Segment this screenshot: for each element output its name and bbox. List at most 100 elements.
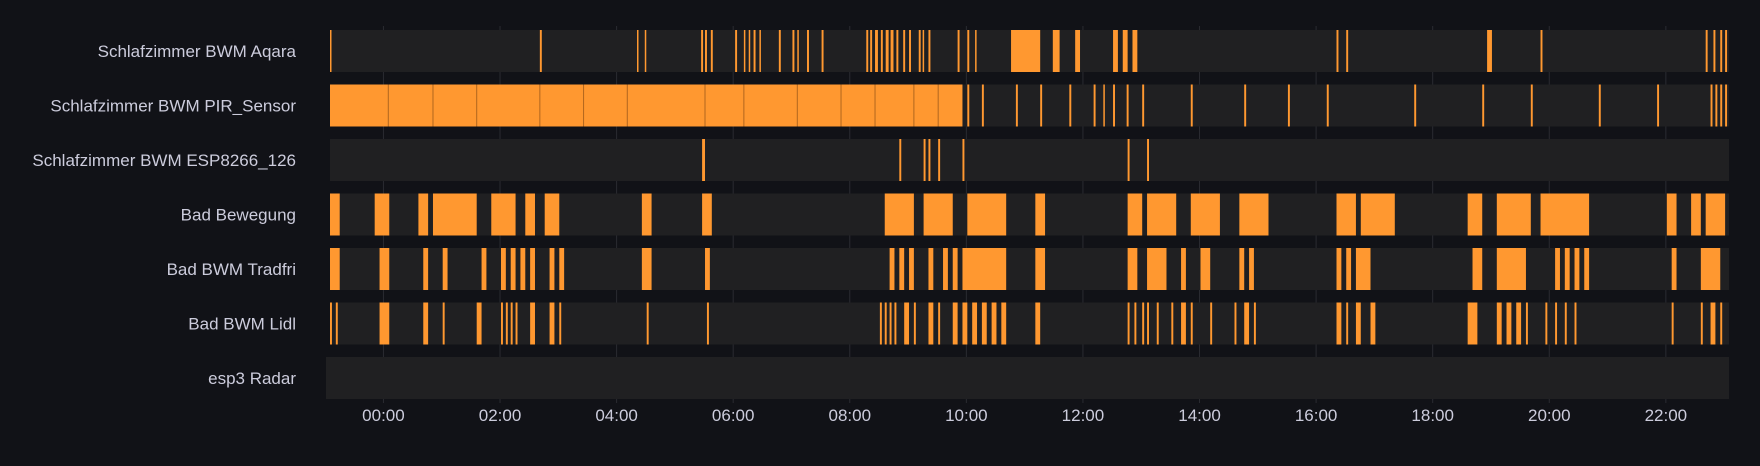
active-segment[interactable] [1336,302,1342,345]
active-segment[interactable] [1244,84,1247,127]
active-segment[interactable] [1253,302,1256,345]
active-segment[interactable] [530,302,535,345]
active-segment[interactable] [896,30,899,72]
active-segment[interactable] [1103,84,1105,127]
active-segment[interactable] [928,139,931,181]
active-segment[interactable] [1035,193,1046,236]
active-segment[interactable] [899,139,902,181]
active-segment[interactable] [1346,30,1349,72]
active-segment[interactable] [1700,248,1721,290]
active-segment[interactable] [1671,302,1674,345]
active-segment[interactable] [330,302,332,345]
active-segment[interactable] [1564,248,1570,290]
active-segment[interactable] [743,30,746,72]
active-segment[interactable] [1472,248,1483,290]
active-segment[interactable] [500,248,506,290]
active-segment[interactable] [1127,248,1138,290]
active-segment[interactable] [1564,302,1567,345]
active-segment[interactable] [928,302,934,345]
active-segment[interactable] [899,248,905,290]
active-segment[interactable] [1355,248,1371,290]
active-segment[interactable] [705,248,710,290]
active-segment[interactable] [641,248,652,290]
active-segment[interactable] [701,30,704,72]
active-segment[interactable] [379,302,390,345]
active-segment[interactable] [1001,302,1007,345]
active-segment[interactable] [1181,248,1186,290]
active-segment[interactable] [1190,84,1193,127]
active-segment[interactable] [943,248,948,290]
active-segment[interactable] [923,193,953,236]
active-segment[interactable] [1516,302,1522,345]
active-segment[interactable] [1287,84,1290,127]
active-segment[interactable] [1142,302,1145,345]
active-segment[interactable] [1360,193,1395,236]
active-segment[interactable] [928,248,934,290]
active-segment[interactable] [1210,302,1213,345]
active-segment[interactable] [525,193,535,236]
active-segment[interactable] [1052,30,1060,72]
active-segment[interactable] [975,30,977,72]
active-segment[interactable] [637,30,639,72]
active-segment[interactable] [1156,302,1159,345]
active-segment[interactable] [1725,30,1728,72]
active-segment[interactable] [1069,84,1072,127]
active-segment[interactable] [702,139,706,181]
active-segment[interactable] [913,302,916,345]
active-segment[interactable] [735,30,738,72]
active-segment[interactable] [702,193,712,236]
row-lane[interactable] [326,357,1729,399]
active-segment[interactable] [875,30,878,72]
active-segment[interactable] [952,302,958,345]
active-segment[interactable] [1011,30,1041,72]
active-segment[interactable] [1015,84,1018,127]
active-segment[interactable] [1147,139,1149,181]
active-segment[interactable] [1671,248,1677,290]
active-segment[interactable] [889,302,892,345]
active-segment[interactable] [1720,84,1723,127]
active-segment[interactable] [539,30,542,72]
active-segment[interactable] [821,30,824,72]
active-segment[interactable] [1249,248,1254,290]
active-segment[interactable] [510,248,516,290]
active-segment[interactable] [967,193,1007,236]
active-segment[interactable] [1127,193,1143,236]
active-segment[interactable] [1134,302,1137,345]
active-segment[interactable] [641,193,652,236]
active-segment[interactable] [705,30,707,72]
active-segment[interactable] [442,248,448,290]
active-segment[interactable] [1574,302,1577,345]
active-segment[interactable] [1113,30,1118,72]
active-segment[interactable] [330,84,963,127]
active-segment[interactable] [885,30,889,72]
active-segment[interactable] [1487,30,1492,72]
active-segment[interactable] [520,248,526,290]
active-segment[interactable] [1200,248,1211,290]
active-segment[interactable] [981,302,987,345]
active-segment[interactable] [952,248,958,290]
active-segment[interactable] [1126,84,1129,127]
active-segment[interactable] [432,193,477,236]
active-segment[interactable] [335,302,338,345]
active-segment[interactable] [1093,84,1096,127]
active-segment[interactable] [909,30,911,72]
active-segment[interactable] [442,302,445,345]
active-segment[interactable] [1496,193,1531,236]
active-segment[interactable] [1525,302,1528,345]
active-segment[interactable] [972,302,978,345]
active-segment[interactable] [1720,30,1723,72]
active-segment[interactable] [1171,302,1174,345]
active-segment[interactable] [884,302,887,345]
active-segment[interactable] [903,30,906,72]
active-segment[interactable] [500,302,503,345]
active-segment[interactable] [1467,193,1483,236]
active-segment[interactable] [1467,302,1478,345]
active-segment[interactable] [423,248,429,290]
active-segment[interactable] [1700,302,1703,345]
active-segment[interactable] [1122,30,1128,72]
active-segment[interactable] [1530,84,1533,127]
active-segment[interactable] [884,193,914,236]
active-segment[interactable] [870,30,873,72]
active-segment[interactable] [706,302,709,345]
active-segment[interactable] [957,30,960,72]
